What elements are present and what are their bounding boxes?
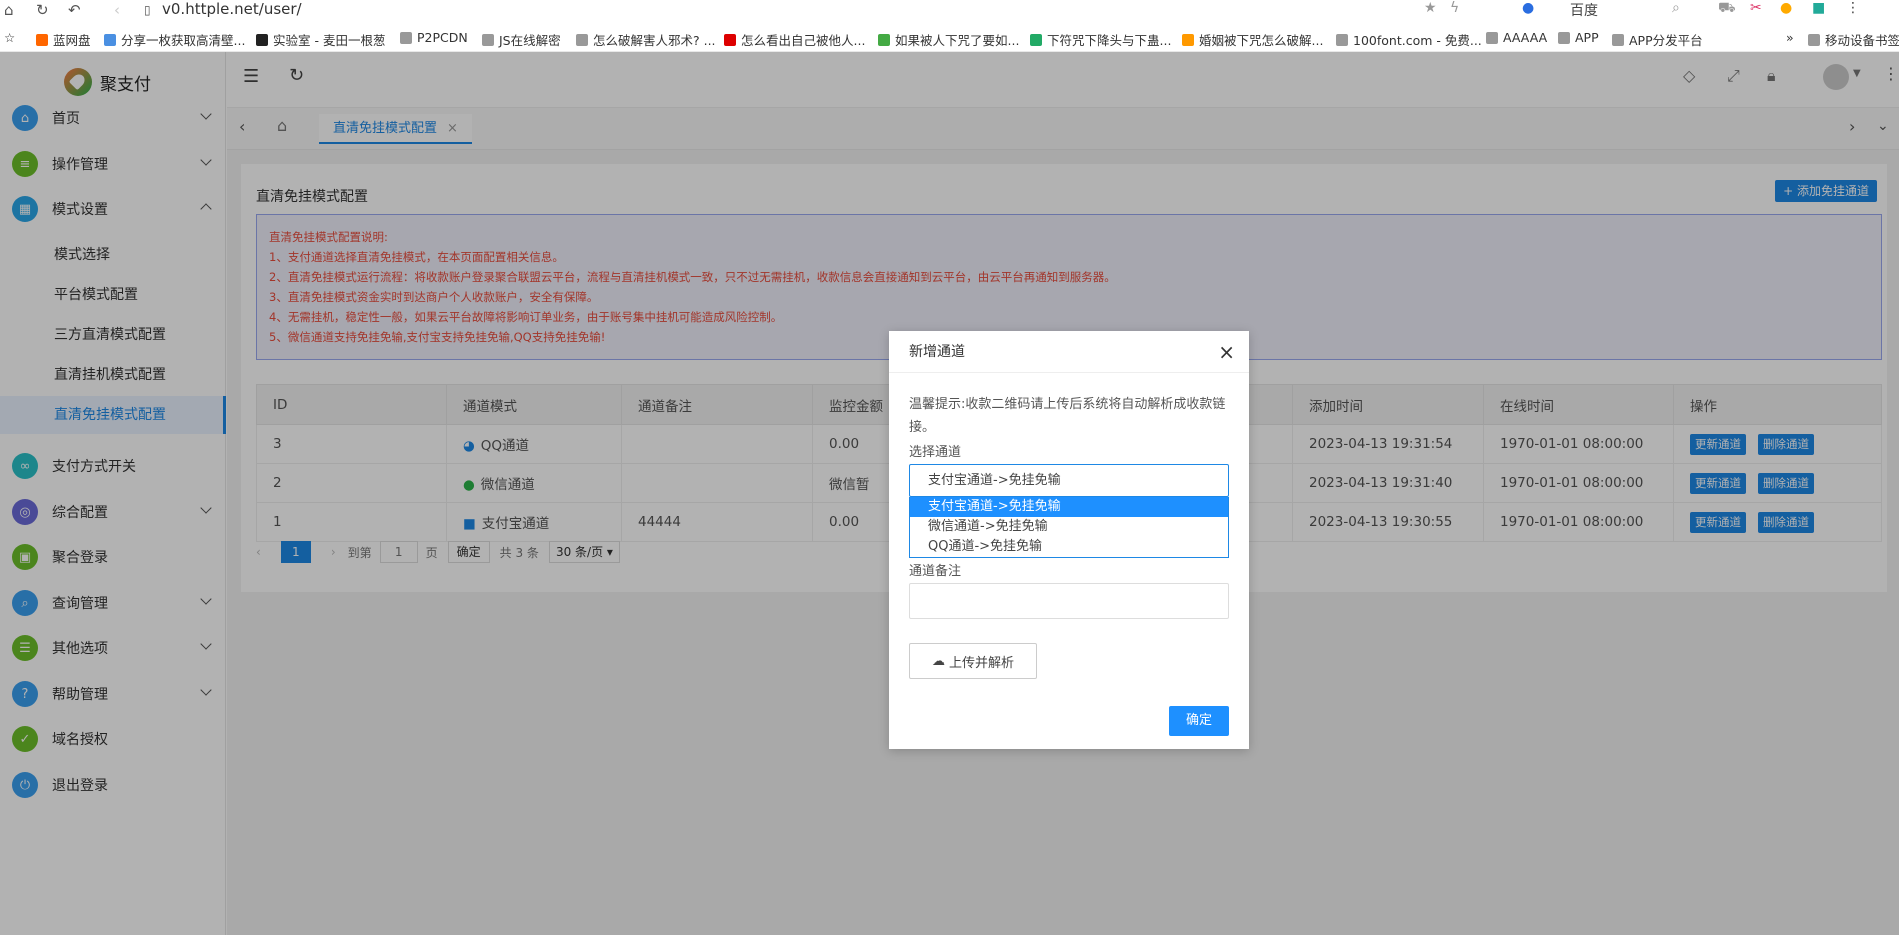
cloud-upload-icon: ☁	[931, 653, 945, 669]
bookmark-item[interactable]: 分享一枚获取高清壁...	[104, 30, 245, 49]
option-alipay[interactable]: 支付宝通道->免挂免输	[910, 497, 1228, 517]
add-channel-modal: 新增通道 × 温馨提示:收款二维码请上传后系统将自动解析成收款链接。 选择通道 …	[889, 331, 1249, 749]
bookmark-item[interactable]: 蓝网盘	[36, 30, 91, 49]
bookmarks-bar: ☆ 蓝网盘 分享一枚获取高清壁... 实验室 - 麦田一根葱 P2PCDN JS…	[0, 26, 1899, 52]
bookmark-item[interactable]: 100font.com - 免费...	[1336, 30, 1482, 49]
channel-options: 支付宝通道->免挂免输 微信通道->免挂免输 QQ通道->免挂免输	[909, 497, 1229, 558]
bookmark-item[interactable]: 婚姻被下咒怎么破解...	[1182, 30, 1323, 49]
upload-label: 上传并解析	[948, 655, 1014, 671]
modal-tip: 温馨提示:收款二维码请上传后系统将自动解析成收款链接。	[909, 397, 1226, 435]
confirm-button[interactable]: 确定	[1169, 706, 1229, 736]
search-engine[interactable]: 百度	[1570, 0, 1598, 20]
menu-icon[interactable]: ⋮	[1846, 0, 1860, 16]
option-qq[interactable]: QQ通道->免挂免输	[910, 537, 1228, 557]
bookmark-item[interactable]: 下符咒下降头与下蛊...	[1030, 30, 1171, 49]
bookmark-item[interactable]: 怎么看出自己被他人...	[724, 30, 865, 49]
modal-title: 新增通道	[909, 344, 965, 360]
search-icon[interactable]: ⌕	[1672, 0, 1680, 16]
upload-button[interactable]: ☁ 上传并解析	[909, 643, 1037, 679]
select-label: 选择通道	[909, 445, 962, 460]
bolt-icon[interactable]: ϟ	[1450, 0, 1459, 16]
bookmark-item[interactable]: P2PCDN	[400, 30, 468, 45]
modal-body: 温馨提示:收款二维码请上传后系统将自动解析成收款链接。 选择通道 支付宝通道->…	[889, 373, 1249, 699]
close-icon[interactable]: ×	[1218, 331, 1235, 373]
star-icon[interactable]: ★	[1424, 0, 1437, 16]
modal-header: 新增通道 ×	[889, 331, 1249, 373]
bookmark-star-icon[interactable]: ☆	[4, 30, 15, 45]
note-label: 通道备注	[909, 564, 962, 579]
page-icon: ▯	[144, 3, 151, 17]
bookmark-item[interactable]: JS在线解密	[482, 30, 561, 49]
back-icon[interactable]: ↶	[68, 1, 81, 19]
bookmark-folder[interactable]: 移动设备书签	[1808, 30, 1899, 49]
option-wechat[interactable]: 微信通道->免挂免输	[910, 517, 1228, 537]
url-text[interactable]: v0.httple.net/user/	[162, 0, 302, 18]
home-icon[interactable]: ⌂	[4, 1, 14, 19]
forward-icon[interactable]: ‹	[114, 1, 120, 19]
cart-icon[interactable]: ⛟	[1718, 0, 1736, 18]
bookmarks-overflow-icon[interactable]: »	[1786, 30, 1794, 45]
bookmark-item[interactable]: 如果被人下咒了要如...	[878, 30, 1019, 49]
bookmark-item[interactable]: 怎么破解害人邪术? ...	[576, 30, 716, 49]
bookmark-folder[interactable]: APP分发平台	[1612, 30, 1703, 49]
reload-icon[interactable]: ↻	[36, 1, 49, 19]
baidu-icon: ●	[1522, 0, 1535, 16]
lock-ext-icon[interactable]: ■	[1812, 0, 1825, 16]
channel-select[interactable]: 支付宝通道->免挂免输	[909, 464, 1229, 497]
extension-icon[interactable]: ●	[1780, 0, 1792, 16]
bookmark-item[interactable]: 实验室 - 麦田一根葱	[256, 30, 385, 49]
scissors-icon[interactable]: ✂	[1750, 0, 1762, 16]
bookmark-folder[interactable]: AAAAA	[1486, 30, 1547, 45]
bookmark-folder[interactable]: APP	[1558, 30, 1599, 45]
address-bar: ⌂ ↻ ↶ ‹ ▯ v0.httple.net/user/ ★ ϟ ● 百度 ⌕…	[0, 0, 1899, 20]
note-input[interactable]	[909, 583, 1229, 619]
